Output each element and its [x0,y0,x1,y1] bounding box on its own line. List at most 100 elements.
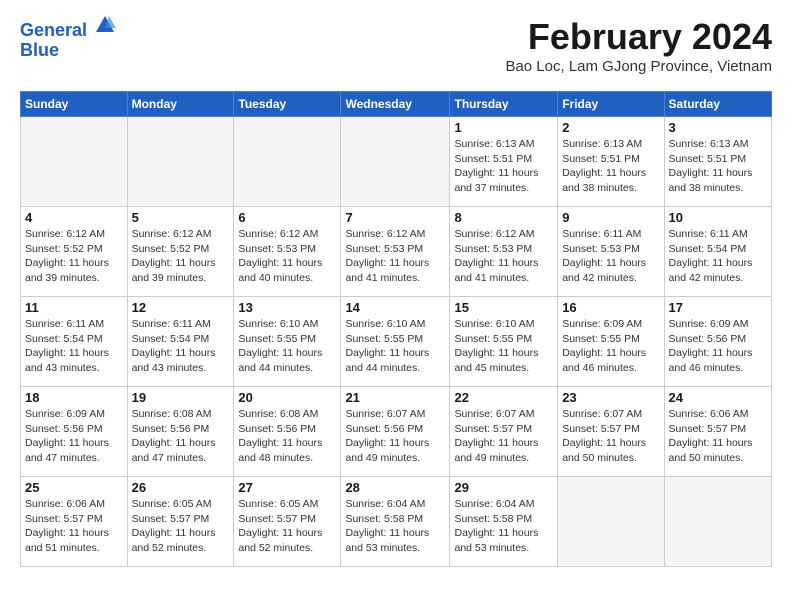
weekday-header-monday: Monday [127,92,234,117]
calendar-cell-w2-d0: 11 Sunrise: 6:11 AM Sunset: 5:54 PM Dayli… [21,297,128,387]
day-info: Sunrise: 6:10 AM Sunset: 5:55 PM Dayligh… [454,317,553,376]
day-number: 2 [562,120,659,135]
calendar-cell-w1-d1: 5 Sunrise: 6:12 AM Sunset: 5:52 PM Daylig… [127,207,234,297]
calendar-cell-w3-d0: 18 Sunrise: 6:09 AM Sunset: 5:56 PM Dayli… [21,387,128,477]
calendar-cell-w1-d4: 8 Sunrise: 6:12 AM Sunset: 5:53 PM Daylig… [450,207,558,297]
calendar-cell-w1-d3: 7 Sunrise: 6:12 AM Sunset: 5:53 PM Daylig… [341,207,450,297]
calendar-table: SundayMondayTuesdayWednesdayThursdayFrid… [20,91,772,567]
calendar-cell-w3-d5: 23 Sunrise: 6:07 AM Sunset: 5:57 PM Dayli… [558,387,664,477]
day-number: 5 [132,210,230,225]
day-info: Sunrise: 6:07 AM Sunset: 5:56 PM Dayligh… [345,407,445,466]
logo-blue: Blue [20,40,59,60]
day-number: 25 [25,480,123,495]
day-number: 19 [132,390,230,405]
day-info: Sunrise: 6:12 AM Sunset: 5:53 PM Dayligh… [454,227,553,286]
day-info: Sunrise: 6:12 AM Sunset: 5:53 PM Dayligh… [238,227,336,286]
day-info: Sunrise: 6:08 AM Sunset: 5:56 PM Dayligh… [132,407,230,466]
calendar-cell-w3-d6: 24 Sunrise: 6:06 AM Sunset: 5:57 PM Dayli… [664,387,771,477]
day-number: 10 [669,210,767,225]
day-number: 20 [238,390,336,405]
calendar-cell-w4-d4: 29 Sunrise: 6:04 AM Sunset: 5:58 PM Dayli… [450,477,558,567]
location-subtitle: Bao Loc, Lam GJong Province, Vietnam [505,58,772,75]
calendar-cell-w2-d6: 17 Sunrise: 6:09 AM Sunset: 5:56 PM Dayli… [664,297,771,387]
day-number: 18 [25,390,123,405]
day-info: Sunrise: 6:09 AM Sunset: 5:55 PM Dayligh… [562,317,659,376]
day-number: 27 [238,480,336,495]
calendar-cell-w4-d6 [664,477,771,567]
day-number: 21 [345,390,445,405]
weekday-header-sunday: Sunday [21,92,128,117]
day-number: 6 [238,210,336,225]
day-number: 4 [25,210,123,225]
calendar-cell-w4-d3: 28Sunrise: 6:04 AM Sunset: 5:58 PM Dayli… [341,477,450,567]
day-info: Sunrise: 6:09 AM Sunset: 5:56 PM Dayligh… [669,317,767,376]
calendar-cell-w0-d5: 2 Sunrise: 6:13 AM Sunset: 5:51 PM Daylig… [558,117,664,207]
calendar-cell-w2-d2: 13 Sunrise: 6:10 AM Sunset: 5:55 PM Dayli… [234,297,341,387]
calendar-cell-w0-d6: 3 Sunrise: 6:13 AM Sunset: 5:51 PM Daylig… [664,117,771,207]
day-info: Sunrise: 6:07 AM Sunset: 5:57 PM Dayligh… [562,407,659,466]
calendar-cell-w1-d2: 6 Sunrise: 6:12 AM Sunset: 5:53 PM Daylig… [234,207,341,297]
day-number: 29 [454,480,553,495]
calendar-cell-w2-d1: 12 Sunrise: 6:11 AM Sunset: 5:54 PM Dayli… [127,297,234,387]
day-info: Sunrise: 6:12 AM Sunset: 5:53 PM Dayligh… [345,227,445,286]
calendar-cell-w0-d0 [21,117,128,207]
day-info: Sunrise: 6:12 AM Sunset: 5:52 PM Dayligh… [25,227,123,286]
calendar-cell-w1-d6: 10 Sunrise: 6:11 AM Sunset: 5:54 PM Dayli… [664,207,771,297]
day-number: 13 [238,300,336,315]
day-number: 1 [454,120,553,135]
day-number: 11 [25,300,123,315]
day-number: 7 [345,210,445,225]
day-info: Sunrise: 6:04 AM Sunset: 5:58 PM Dayligh… [345,497,445,556]
calendar-cell-w3-d3: 21 Sunrise: 6:07 AM Sunset: 5:56 PM Dayli… [341,387,450,477]
day-number: 26 [132,480,230,495]
calendar-cell-w0-d4: 1 Sunrise: 6:13 AM Sunset: 5:51 PM Daylig… [450,117,558,207]
calendar-cell-w1-d5: 9 Sunrise: 6:11 AM Sunset: 5:53 PM Daylig… [558,207,664,297]
calendar-cell-w0-d1 [127,117,234,207]
month-year-title: February 2024 [505,16,772,58]
calendar-cell-w3-d1: 19 Sunrise: 6:08 AM Sunset: 5:56 PM Dayli… [127,387,234,477]
day-number: 14 [345,300,445,315]
calendar-cell-w0-d2 [234,117,341,207]
day-number: 8 [454,210,553,225]
day-info: Sunrise: 6:07 AM Sunset: 5:57 PM Dayligh… [454,407,553,466]
day-info: Sunrise: 6:06 AM Sunset: 5:57 PM Dayligh… [25,497,123,556]
day-info: Sunrise: 6:11 AM Sunset: 5:54 PM Dayligh… [132,317,230,376]
day-info: Sunrise: 6:04 AM Sunset: 5:58 PM Dayligh… [454,497,553,556]
weekday-header-saturday: Saturday [664,92,771,117]
calendar-cell-w4-d2: 27 Sunrise: 6:05 AM Sunset: 5:57 PM Dayli… [234,477,341,567]
day-number: 12 [132,300,230,315]
calendar-cell-w2-d3: 14Sunrise: 6:10 AM Sunset: 5:55 PM Dayli… [341,297,450,387]
day-number: 16 [562,300,659,315]
day-number: 24 [669,390,767,405]
day-info: Sunrise: 6:11 AM Sunset: 5:53 PM Dayligh… [562,227,659,286]
day-info: Sunrise: 6:13 AM Sunset: 5:51 PM Dayligh… [562,137,659,196]
day-number: 17 [669,300,767,315]
weekday-header-tuesday: Tuesday [234,92,341,117]
calendar-cell-w3-d2: 20 Sunrise: 6:08 AM Sunset: 5:56 PM Dayli… [234,387,341,477]
day-number: 3 [669,120,767,135]
weekday-header-thursday: Thursday [450,92,558,117]
day-number: 22 [454,390,553,405]
logo-icon [94,14,116,36]
day-info: Sunrise: 6:12 AM Sunset: 5:52 PM Dayligh… [132,227,230,286]
day-number: 23 [562,390,659,405]
day-info: Sunrise: 6:13 AM Sunset: 5:51 PM Dayligh… [669,137,767,196]
day-info: Sunrise: 6:13 AM Sunset: 5:51 PM Dayligh… [454,137,553,196]
day-number: 9 [562,210,659,225]
day-info: Sunrise: 6:09 AM Sunset: 5:56 PM Dayligh… [25,407,123,466]
day-info: Sunrise: 6:08 AM Sunset: 5:56 PM Dayligh… [238,407,336,466]
day-info: Sunrise: 6:11 AM Sunset: 5:54 PM Dayligh… [669,227,767,286]
calendar-cell-w2-d5: 16 Sunrise: 6:09 AM Sunset: 5:55 PM Dayli… [558,297,664,387]
weekday-header-friday: Friday [558,92,664,117]
day-info: Sunrise: 6:06 AM Sunset: 5:57 PM Dayligh… [669,407,767,466]
day-info: Sunrise: 6:11 AM Sunset: 5:54 PM Dayligh… [25,317,123,376]
calendar-cell-w2-d4: 15 Sunrise: 6:10 AM Sunset: 5:55 PM Dayli… [450,297,558,387]
day-info: Sunrise: 6:05 AM Sunset: 5:57 PM Dayligh… [238,497,336,556]
weekday-header-wednesday: Wednesday [341,92,450,117]
calendar-cell-w0-d3 [341,117,450,207]
logo: General Blue [20,16,116,61]
day-info: Sunrise: 6:10 AM Sunset: 5:55 PM Dayligh… [238,317,336,376]
calendar-cell-w4-d1: 26Sunrise: 6:05 AM Sunset: 5:57 PM Dayli… [127,477,234,567]
day-number: 15 [454,300,553,315]
calendar-cell-w4-d0: 25 Sunrise: 6:06 AM Sunset: 5:57 PM Dayli… [21,477,128,567]
